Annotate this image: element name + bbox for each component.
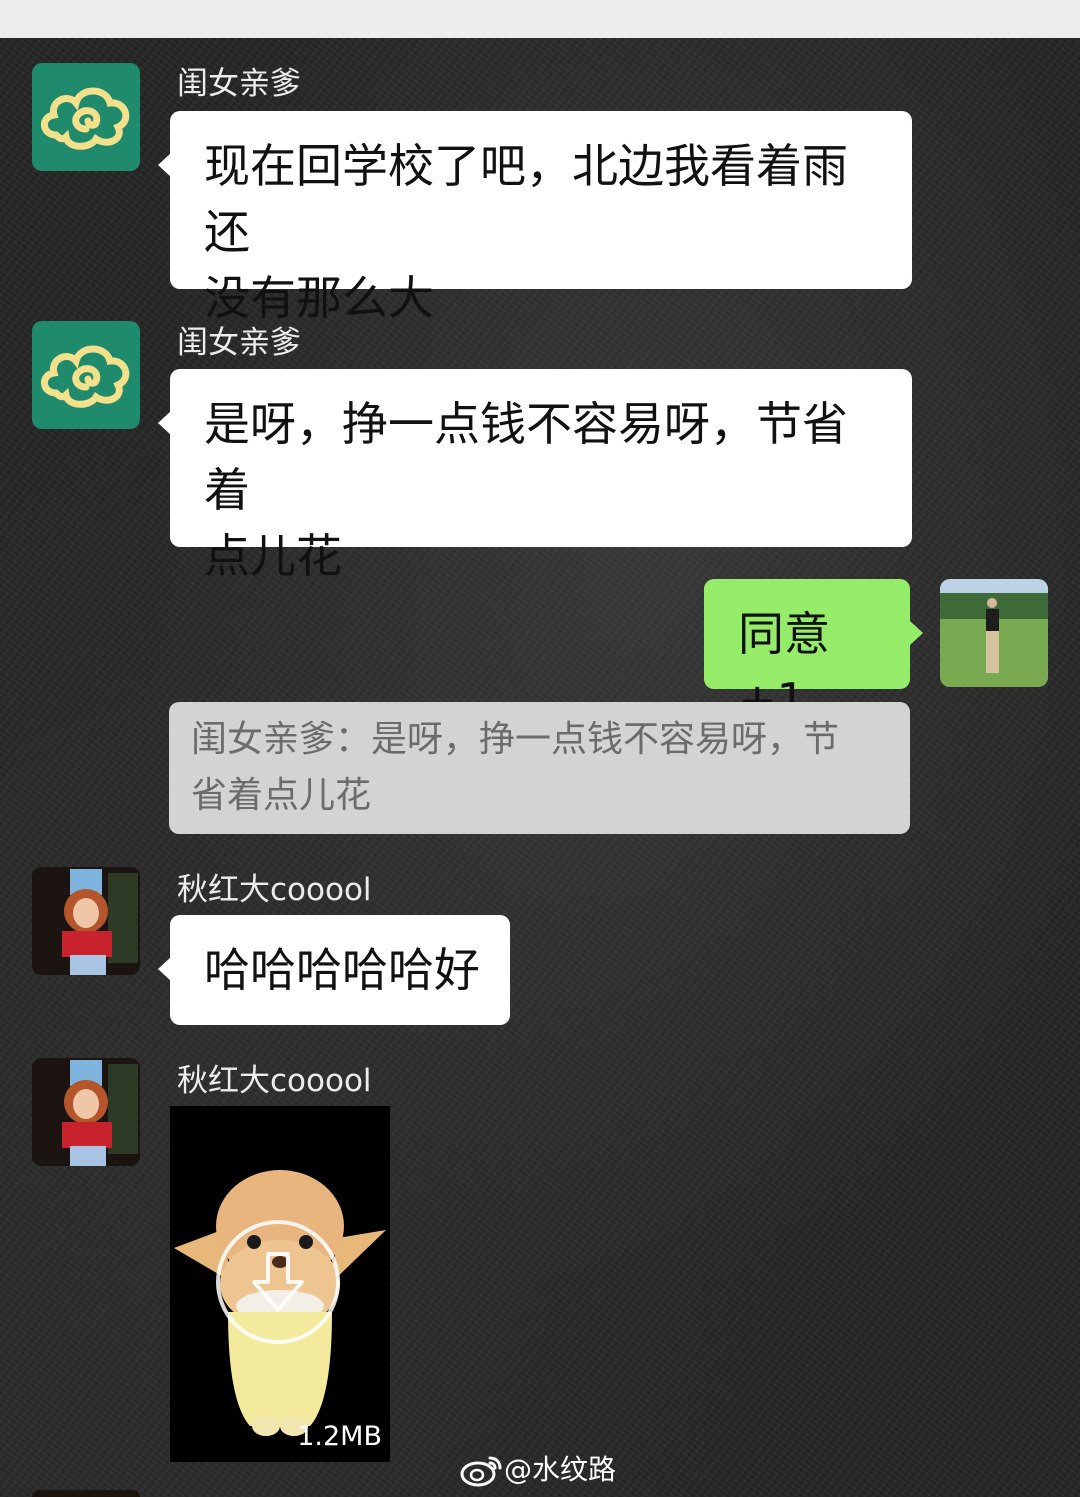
cloud-logo-icon — [41, 345, 130, 408]
watermark: @水纹路 — [460, 1452, 616, 1488]
person-photo-icon — [940, 579, 1048, 687]
download-arrow-icon — [252, 1252, 304, 1312]
sender-name: 秋红大cooool — [177, 1063, 372, 1099]
message-bubble[interactable]: 是呀，挣一点钱不容易呀，节省着 点儿花 — [158, 369, 912, 583]
avatar[interactable] — [32, 321, 140, 429]
sender-name: 秋红大cooool — [177, 872, 372, 908]
girl-photo-icon — [32, 867, 140, 975]
sender-name: 闺女亲爹 — [177, 66, 301, 102]
avatar[interactable] — [32, 63, 140, 171]
avatar[interactable] — [32, 1058, 140, 1166]
avatar[interactable] — [32, 867, 140, 975]
weibo-icon — [460, 1456, 502, 1487]
cloud-logo-icon — [41, 87, 130, 150]
message-text-line: 没有那么大 — [204, 271, 434, 325]
own-avatar[interactable] — [940, 579, 1048, 687]
status-bar — [0, 0, 1080, 38]
video-message[interactable]: 1.2MB — [170, 1106, 390, 1462]
watermark-text: @水纹路 — [504, 1453, 617, 1486]
message-bubble[interactable]: 哈哈哈哈哈好 — [158, 915, 510, 1025]
quote-text-line: 省着点儿花 — [191, 775, 372, 816]
quote-text-line: 闺女亲爹：是呀，挣一点钱不容易呀，节 — [191, 719, 840, 760]
sender-name: 闺女亲爹 — [177, 325, 301, 361]
message-text-line: 是呀，挣一点钱不容易呀，节省着 — [204, 397, 848, 517]
quoted-message[interactable]: 闺女亲爹：是呀，挣一点钱不容易呀，节 省着点儿花 — [169, 702, 910, 834]
message-text-line: 现在回学校了吧，北边我看着雨还 — [204, 139, 848, 259]
download-button[interactable] — [216, 1220, 340, 1344]
girl-photo-icon — [32, 1058, 140, 1166]
video-size-label: 1.2MB — [297, 1421, 382, 1452]
message-text: 哈哈哈哈哈好 — [204, 943, 480, 997]
avatar[interactable] — [32, 1490, 140, 1497]
own-message-bubble[interactable]: 同意 +1 — [704, 579, 923, 727]
message-bubble[interactable]: 现在回学校了吧，北边我看着雨还 没有那么大 — [158, 111, 912, 325]
